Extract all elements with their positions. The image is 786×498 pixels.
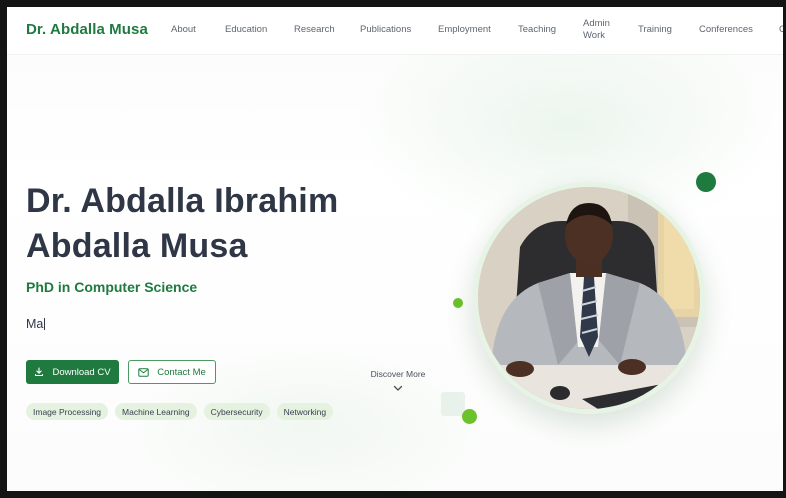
decorative-dot-small: [453, 298, 463, 308]
tag-networking: Networking: [276, 403, 334, 420]
chevron-down-icon: [359, 385, 437, 392]
discover-more-label: Discover More: [370, 369, 426, 379]
typed-text: Ma: [26, 317, 46, 331]
mail-icon: [138, 367, 149, 377]
contact-me-label: Contact Me: [157, 366, 206, 378]
top-navbar: Dr. Abdalla Musa About Education Researc…: [7, 7, 783, 55]
nav-link-research[interactable]: Research: [294, 24, 335, 35]
decorative-dot-bottom: [462, 409, 477, 424]
download-cv-label: Download CV: [52, 366, 111, 378]
profile-photo-illustration: [478, 187, 700, 409]
profile-photo: [478, 187, 700, 409]
tag-image-processing: Image Processing: [26, 403, 109, 420]
download-cv-button[interactable]: Download CV: [26, 360, 119, 384]
browser-viewport: Dr. Abdalla Musa About Education Researc…: [7, 7, 783, 491]
download-icon: [34, 367, 44, 377]
discover-more-link[interactable]: Discover More: [359, 369, 437, 392]
typing-caret: [44, 318, 46, 330]
contact-me-button[interactable]: Contact Me: [128, 360, 216, 384]
nav-link-training[interactable]: Training: [638, 24, 672, 35]
nav-link-employment[interactable]: Employment: [438, 24, 491, 35]
nav-link-teaching[interactable]: Teaching: [518, 24, 556, 35]
tag-machine-learning: Machine Learning: [115, 403, 197, 420]
brand-logo-text[interactable]: Dr. Abdalla Musa: [26, 21, 148, 38]
hero-title-line2: Abdalla Musa: [26, 227, 248, 265]
nav-link-cut-off[interactable]: C: [779, 24, 783, 35]
tag-cybersecurity: Cybersecurity: [203, 403, 270, 420]
hero-title: Dr. Abdalla Ibrahim Abdalla Musa: [26, 179, 446, 269]
nav-link-conferences[interactable]: Conferences: [699, 24, 753, 35]
decorative-dot-large: [696, 172, 716, 192]
hero-title-line1: Dr. Abdalla Ibrahim: [26, 182, 339, 220]
typed-text-value: Ma: [26, 317, 44, 331]
nav-link-publications[interactable]: Publications: [360, 24, 411, 35]
decorative-square: [441, 392, 465, 416]
hero-subtitle: PhD in Computer Science: [26, 279, 198, 295]
nav-link-education[interactable]: Education: [225, 24, 267, 35]
nav-link-about[interactable]: About: [171, 24, 196, 35]
skill-tags: Image Processing Machine Learning Cybers…: [26, 403, 334, 420]
nav-link-admin-work[interactable]: Admin Work: [583, 18, 617, 42]
